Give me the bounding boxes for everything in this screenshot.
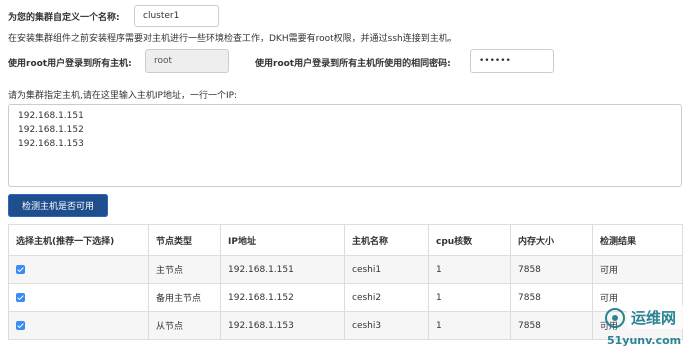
col-hostname: 主机名称 [344, 224, 429, 256]
ip-cell: 192.168.1.151 [220, 255, 345, 284]
node-type-cell: 从节点 [148, 311, 221, 340]
hostname-cell: ceshi1 [344, 255, 429, 284]
host-checkbox[interactable] [16, 292, 25, 302]
cpu-cell: 1 [428, 283, 511, 312]
env-check-note: 在安装集群组件之前安装程序需要对主机进行一些环境检查工作，DKH需要有root权… [8, 34, 457, 44]
cpu-cell: 1 [428, 311, 511, 340]
node-type-cell: 主节点 [148, 255, 221, 284]
memory-cell: 7858 [510, 255, 593, 284]
table-row: 主节点 192.168.1.151 ceshi1 1 7858 可用 [8, 255, 683, 284]
host-checkbox[interactable] [16, 264, 25, 274]
hosts-textarea[interactable]: 192.168.1.151 192.168.1.152 192.168.1.15… [8, 104, 682, 187]
hosts-table: 选择主机(推荐一下选择) 节点类型 IP地址 主机名称 cpu核数 内存大小 检… [8, 224, 683, 340]
host-checkbox[interactable] [16, 320, 25, 330]
table-row: 备用主节点 192.168.1.152 ceshi2 1 7858 可用 [8, 283, 683, 312]
memory-cell: 7858 [510, 311, 593, 340]
root-password-input[interactable]: •••••• [470, 49, 554, 73]
root-password-label: 使用root用户登录到所有主机所使用的相同密码: [255, 59, 451, 69]
hosts-label: 请为集群指定主机,请在这里输入主机IP地址，一行一个IP: [8, 91, 238, 101]
select-cell [8, 311, 149, 340]
col-check-result: 检测结果 [592, 224, 683, 256]
hostname-cell: ceshi3 [344, 311, 429, 340]
cluster-name-input[interactable]: cluster1 [134, 5, 219, 27]
col-select-host: 选择主机(推荐一下选择) [8, 224, 149, 256]
select-cell [8, 283, 149, 312]
cluster-name-label: 为您的集群自定义一个名称: [8, 13, 120, 23]
cpu-cell: 1 [428, 255, 511, 284]
col-memory: 内存大小 [510, 224, 593, 256]
host-line: 192.168.1.153 [18, 139, 84, 149]
site-watermark: 运维网 51yunv.com [603, 302, 697, 350]
table-row: 从节点 192.168.1.153 ceshi3 1 7858 可用 [8, 311, 683, 340]
root-user-label: 使用root用户登录到所有主机: [8, 59, 132, 69]
root-user-input[interactable]: root [145, 49, 229, 73]
watermark-title: 运维网 [631, 309, 677, 327]
check-hosts-button[interactable]: 检测主机是否可用 [8, 194, 108, 217]
select-cell [8, 255, 149, 284]
node-type-cell: 备用主节点 [148, 283, 221, 312]
host-line: 192.168.1.151 [18, 111, 84, 121]
table-header-row: 选择主机(推荐一下选择) 节点类型 IP地址 主机名称 cpu核数 内存大小 检… [8, 224, 683, 256]
watermark-url: 51yunv.com [607, 334, 682, 347]
memory-cell: 7858 [510, 283, 593, 312]
col-ip-address: IP地址 [220, 224, 345, 256]
ip-cell: 192.168.1.153 [220, 311, 345, 340]
col-node-type: 节点类型 [148, 224, 221, 256]
host-line: 192.168.1.152 [18, 125, 84, 135]
hostname-cell: ceshi2 [344, 283, 429, 312]
result-cell: 可用 [592, 255, 683, 284]
ip-cell: 192.168.1.152 [220, 283, 345, 312]
col-cpu: cpu核数 [428, 224, 511, 256]
